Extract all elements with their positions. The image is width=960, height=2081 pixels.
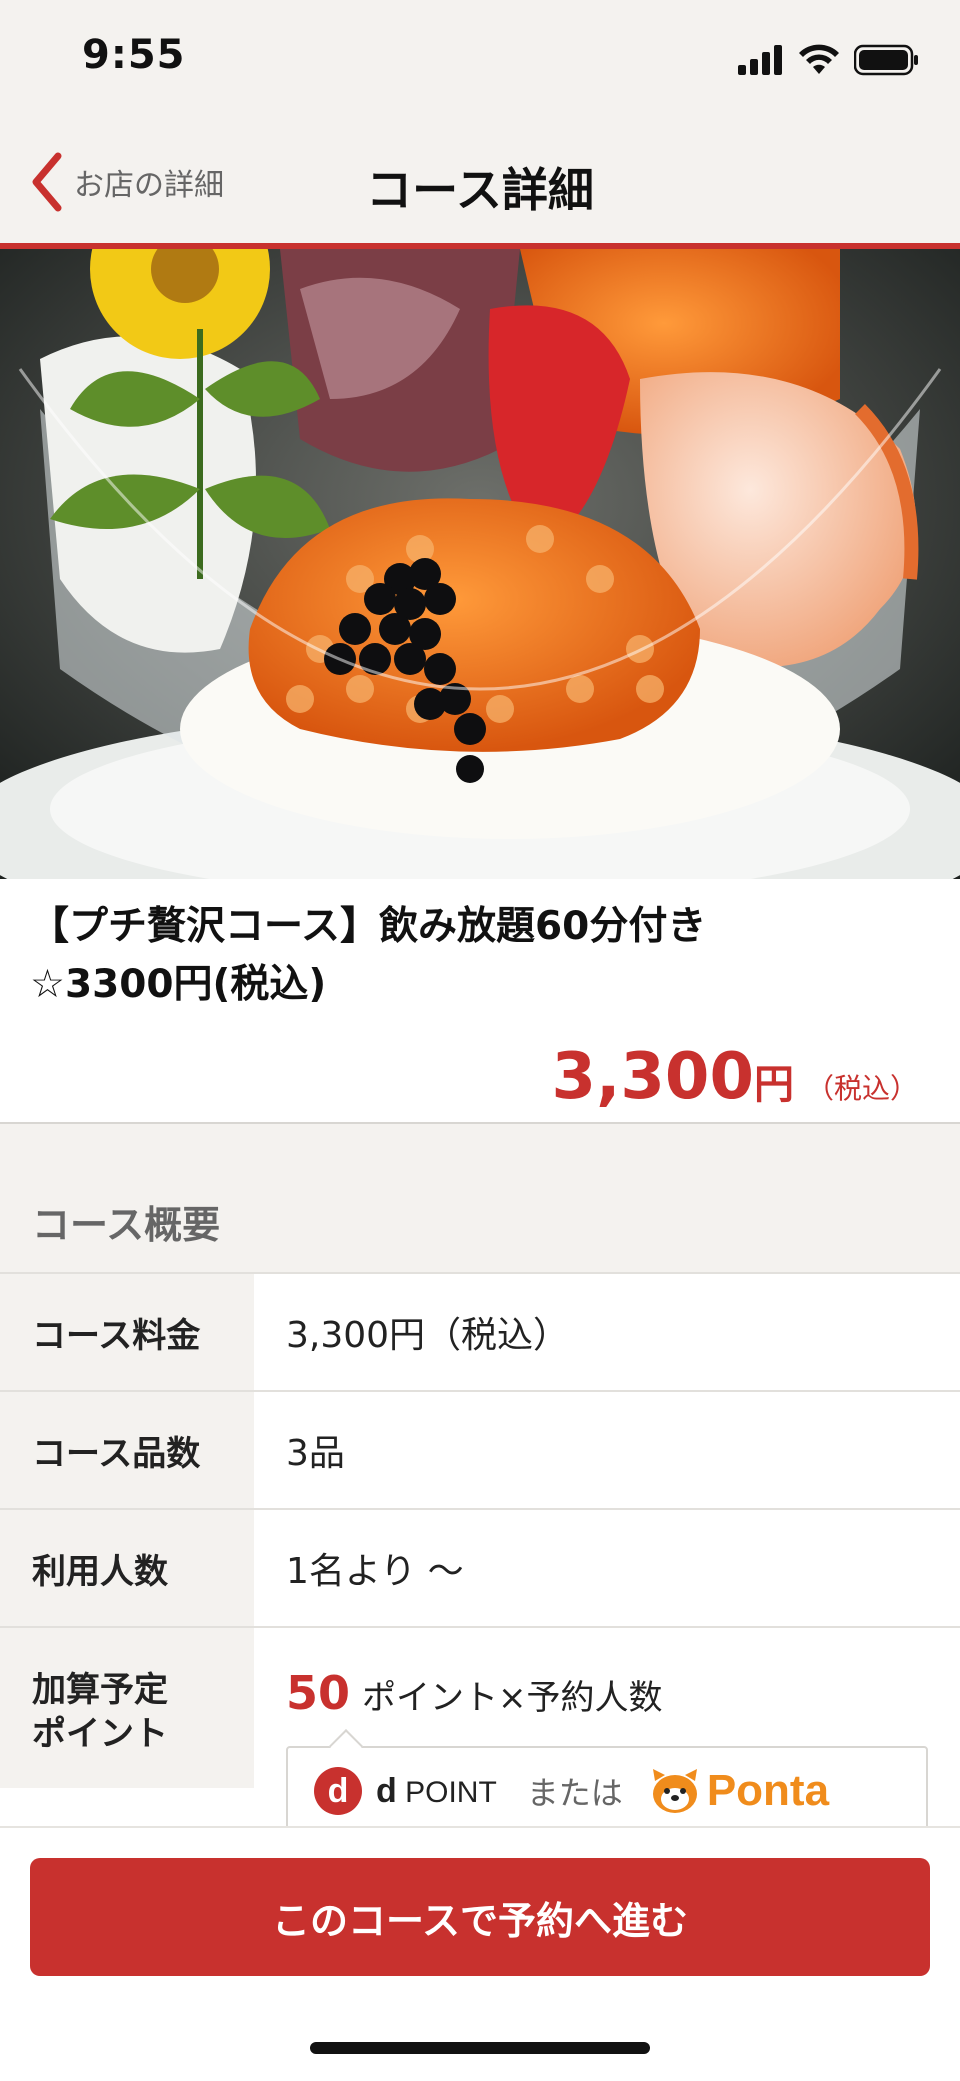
summary-row-guests: 利用人数 1名より ～ xyxy=(0,1508,960,1626)
points-line: 50 ポイント×予約人数 xyxy=(286,1666,663,1720)
summary-row-price: コース料金 3,300円（税込） xyxy=(0,1272,960,1390)
dpoint-label-rest: POINT xyxy=(405,1775,497,1809)
dpoint-label-bold: d xyxy=(376,1771,397,1810)
points-amount: 50 xyxy=(286,1666,351,1720)
dpoint-label: d POINT xyxy=(376,1772,497,1811)
summary-value: 3品 xyxy=(286,1433,345,1474)
section-header: コース概要 xyxy=(0,1124,960,1272)
course-name-line1: 【プチ贅沢コース】飲み放題60分付き xyxy=(30,904,707,949)
points-value-cell: 50 ポイント×予約人数 d d POINT または Ponta xyxy=(254,1628,960,1836)
summary-label: 利用人数 xyxy=(0,1510,254,1626)
points-suffix: ポイント×予約人数 xyxy=(362,1678,663,1718)
course-photo xyxy=(0,249,960,879)
summary-label: コース料金 xyxy=(0,1274,254,1390)
wifi-icon xyxy=(799,44,839,74)
bottom-action-bar: このコースで予約へ進む xyxy=(0,1826,960,2081)
reserve-course-button[interactable]: このコースで予約へ進む xyxy=(30,1858,930,1976)
status-time: 9:55 xyxy=(82,32,186,78)
summary-value: 3,300円（税込） xyxy=(286,1315,570,1356)
course-summary-table: コース料金 3,300円（税込） コース品数 3品 利用人数 1名より ～ 加算… xyxy=(0,1272,960,1836)
section-title: コース概要 xyxy=(32,1203,221,1247)
header-area: 9:55 お店の詳細 コース詳細 xyxy=(0,0,960,244)
battery-icon xyxy=(854,44,918,76)
status-icons xyxy=(738,42,920,78)
summary-label: コース品数 xyxy=(0,1392,254,1508)
course-name: 【プチ贅沢コース】飲み放題60分付き ☆3300円(税込) xyxy=(30,898,930,1014)
course-price: 3,300 円 （税込） xyxy=(552,1040,918,1114)
dpoint-letter: d xyxy=(327,1771,349,1810)
ponta-label: Ponta xyxy=(706,1766,830,1815)
price-unit: 円 xyxy=(753,1062,794,1108)
page-title: コース詳細 xyxy=(366,163,594,217)
or-text: または xyxy=(526,1774,623,1812)
summary-row-points: 加算予定 ポイント 50 ポイント×予約人数 d d POINT または Pon… xyxy=(0,1626,960,1836)
point-programs-box: d d POINT または Ponta xyxy=(286,1746,928,1836)
navigation-bar: お店の詳細 コース詳細 xyxy=(0,120,960,244)
points-label-line2: ポイント xyxy=(32,1714,168,1754)
price-tax-note: （税込） xyxy=(805,1072,918,1105)
summary-row-items: コース品数 3品 xyxy=(0,1390,960,1508)
course-name-line2: ☆3300円(税込) xyxy=(30,962,327,1007)
ponta-logo: Ponta xyxy=(649,1766,829,1816)
ponta-icon xyxy=(652,1769,697,1813)
summary-value: 1名より ～ xyxy=(286,1551,464,1592)
points-label-line1: 加算予定 xyxy=(32,1670,168,1710)
summary-label: 加算予定 ポイント xyxy=(0,1628,254,1788)
course-photo-illustration xyxy=(0,249,960,879)
price-value: 3,300 xyxy=(551,1040,754,1114)
home-indicator xyxy=(310,2042,650,2054)
dpoint-icon: d xyxy=(314,1767,362,1815)
status-bar: 9:55 xyxy=(0,0,960,120)
signal-icon xyxy=(738,45,782,75)
